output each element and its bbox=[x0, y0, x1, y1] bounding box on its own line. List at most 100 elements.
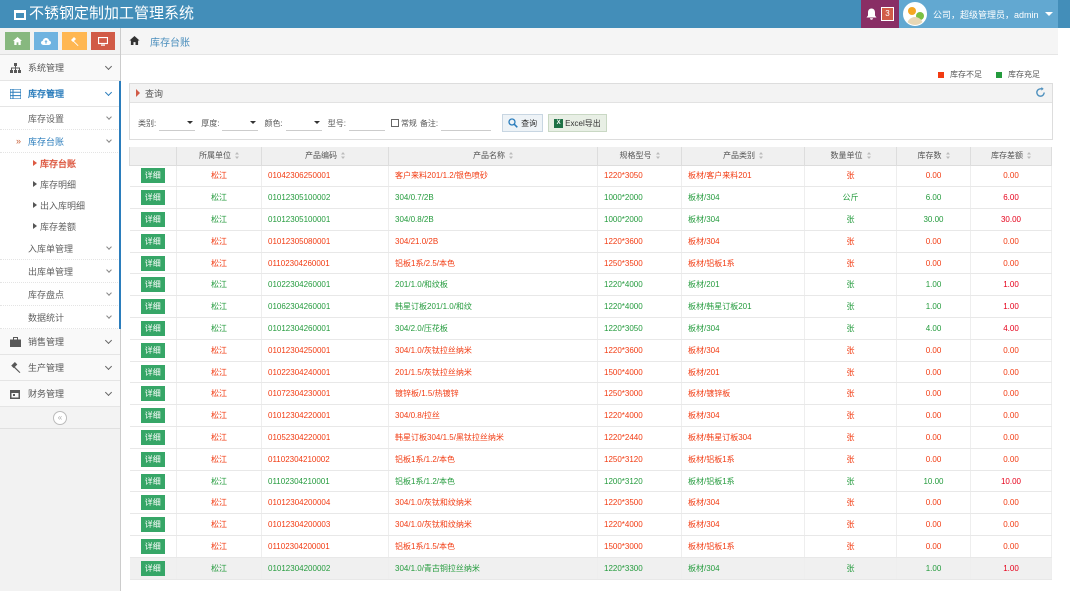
column-header[interactable]: 产品名称 bbox=[388, 147, 598, 166]
table-row[interactable]: 详细 松江 01102304200001 铝板1系/1.5/本色 1500*3000 板材… bbox=[129, 535, 1052, 558]
table-row[interactable]: 详细 松江 01012304250001 304/1.0/灰钛拉丝纳米 1220*360… bbox=[129, 338, 1052, 362]
table-row[interactable]: 详细 松江 01012304200002 304/1.0/青古铜拉丝纳米 1220*33… bbox=[129, 556, 1052, 580]
subsub-item-stock-detail[interactable]: 库存明细 bbox=[0, 174, 120, 195]
detail-button[interactable]: 详细 bbox=[140, 538, 165, 554]
submenu-item-stock-ledger[interactable]: » 库存台账 bbox=[0, 130, 120, 153]
sort-icon[interactable] bbox=[235, 152, 239, 160]
column-header[interactable]: 库存数 bbox=[896, 147, 971, 166]
sidebar-item-sales[interactable]: 销售管理 bbox=[0, 329, 120, 355]
submenu-item-stocktake[interactable]: 库存盘点 bbox=[0, 283, 120, 306]
subsub-item-label: 出入库明细 bbox=[40, 201, 86, 211]
detail-button[interactable]: 详细 bbox=[140, 255, 165, 271]
table-row[interactable]: 详细 松江 01012304200004 304/1.0/灰钛和纹纳米 1220*350… bbox=[129, 491, 1052, 515]
column-header[interactable]: 数量单位 bbox=[804, 147, 897, 166]
table-row[interactable]: 详细 松江 01012305100001 304/0.8/2B 1000*2000 板材/… bbox=[129, 208, 1052, 231]
action-cell: 详细 bbox=[129, 251, 177, 275]
caret-right-icon bbox=[33, 181, 37, 187]
sort-icon[interactable] bbox=[509, 152, 513, 160]
submenu-item-outbound[interactable]: 出库单管理 bbox=[0, 260, 120, 283]
notification-button[interactable]: 3 bbox=[861, 0, 899, 28]
detail-button[interactable]: 详细 bbox=[140, 168, 165, 184]
column-header-label: 所属单位 bbox=[199, 151, 231, 161]
detail-button[interactable]: 详细 bbox=[140, 320, 165, 336]
table-row[interactable]: 详细 松江 01022304240001 201/1.5/灰钛拉丝纳米 1500*400… bbox=[129, 360, 1052, 384]
shortcut-monitor-button[interactable] bbox=[90, 32, 115, 50]
sort-icon[interactable] bbox=[945, 152, 950, 160]
column-header[interactable]: 产品编码 bbox=[261, 147, 389, 166]
shortcut-cloud-button[interactable] bbox=[33, 32, 58, 50]
table-row[interactable]: 详细 松江 01012304220001 304/0.8/拉丝 1220*4000 板材/… bbox=[129, 404, 1052, 428]
column-header[interactable]: 所属单位 bbox=[176, 147, 262, 166]
detail-button[interactable]: 详细 bbox=[140, 277, 165, 293]
remark-input[interactable] bbox=[441, 115, 492, 131]
table-row[interactable]: 详细 松江 01102304260001 铝板1系/2.5/本色 1250*3500 板材… bbox=[129, 251, 1052, 275]
detail-button[interactable]: 详细 bbox=[140, 560, 165, 576]
search-button[interactable]: 查询 bbox=[502, 114, 544, 132]
detail-button[interactable]: 详细 bbox=[140, 473, 165, 489]
subsub-item-stock-ledger[interactable]: 库存台账 bbox=[0, 153, 120, 174]
column-header[interactable]: 规格型号 bbox=[597, 147, 682, 166]
table-row[interactable]: 详细 松江 01042306250001 客户来料201/1.2/银色喷砂 1220*3… bbox=[129, 164, 1052, 188]
sort-icon[interactable] bbox=[655, 152, 660, 160]
detail-button[interactable]: 详细 bbox=[140, 190, 165, 206]
model-input[interactable] bbox=[348, 115, 385, 131]
submenu-item-inbound[interactable]: 入库单管理 bbox=[0, 237, 120, 260]
column-header[interactable]: 库存差额 bbox=[970, 147, 1052, 166]
detail-button[interactable]: 详细 bbox=[140, 408, 165, 424]
table-row[interactable]: 详细 松江 01102304210002 铝板1系/1.2/本色 1250*3120 板材… bbox=[129, 447, 1052, 471]
table-row[interactable]: 详细 松江 01012304260001 304/2.0/压花板 1220*3050 板材… bbox=[129, 317, 1052, 340]
category-select[interactable] bbox=[159, 115, 196, 131]
shortcut-tools-button[interactable] bbox=[62, 32, 87, 50]
detail-button[interactable]: 详细 bbox=[140, 386, 165, 402]
cell-cat: 板材/201 bbox=[681, 360, 805, 384]
cell-unit: 松江 bbox=[176, 251, 262, 275]
sidebar-item-finance[interactable]: 财务管理 bbox=[0, 381, 120, 407]
user-menu[interactable]: 公司，超级管理员，admin bbox=[899, 0, 1058, 28]
cell-unit: 松江 bbox=[176, 556, 262, 580]
refresh-icon[interactable] bbox=[1035, 87, 1046, 100]
thickness-select[interactable] bbox=[222, 115, 259, 131]
query-panel-header[interactable]: 查询 bbox=[130, 84, 1052, 103]
home-icon[interactable] bbox=[129, 35, 140, 47]
table-row[interactable]: 详细 松江 01012304200003 304/1.0/灰钛和纹纳米 1220*400… bbox=[129, 513, 1052, 537]
regular-checkbox[interactable] bbox=[390, 119, 399, 127]
color-select[interactable] bbox=[285, 115, 322, 131]
breadcrumb-current[interactable]: 库存台账 bbox=[150, 34, 190, 49]
excel-export-button[interactable]: X Excel导出 bbox=[548, 114, 607, 132]
detail-button[interactable]: 详细 bbox=[140, 211, 165, 227]
detail-button[interactable]: 详细 bbox=[140, 364, 165, 380]
shortcut-home-button[interactable] bbox=[5, 32, 30, 50]
detail-button[interactable]: 详细 bbox=[140, 233, 165, 249]
detail-button[interactable]: 详细 bbox=[140, 495, 165, 511]
sort-icon[interactable] bbox=[1027, 152, 1031, 160]
detail-button[interactable]: 详细 bbox=[140, 429, 165, 445]
cell-spec: 1500*3000 bbox=[597, 535, 682, 558]
app-brand[interactable]: 不锈钢定制加工管理系统 bbox=[14, 5, 194, 23]
table-row[interactable]: 详细 松江 01072304230001 镀锌板/1.5/热镀锌 1250*3000 板材… bbox=[129, 382, 1052, 406]
subsub-item-inout-detail[interactable]: 出入库明细 bbox=[0, 195, 120, 216]
sidebar-item-inventory[interactable]: 库存管理 bbox=[0, 81, 120, 107]
sort-icon[interactable] bbox=[759, 152, 763, 160]
monitor-icon bbox=[97, 36, 108, 46]
detail-button[interactable]: 详细 bbox=[140, 299, 165, 315]
table-row[interactable]: 详细 松江 01012305100002 304/0.7/2B 1000*2000 板材/… bbox=[129, 186, 1052, 210]
cell-name: 304/0.8/2B bbox=[388, 208, 598, 231]
detail-button[interactable]: 详细 bbox=[140, 342, 165, 358]
collapse-sidebar-button[interactable]: « bbox=[53, 410, 67, 425]
table-row[interactable]: 详细 松江 01052304220001 韩星订板304/1.5/黑钛拉丝纳米 1220… bbox=[129, 426, 1052, 449]
detail-button[interactable]: 详细 bbox=[140, 451, 165, 467]
table-row[interactable]: 详细 松江 01012305080001 304/21.0/2B 1220*3600 板材… bbox=[129, 229, 1052, 253]
submenu-item-statistics[interactable]: 数据统计 bbox=[0, 306, 120, 329]
detail-button[interactable]: 详细 bbox=[140, 517, 165, 533]
table-row[interactable]: 详细 松江 01102304210001 铝板1系/1.2/本色 1200*3120 板材… bbox=[129, 469, 1052, 493]
table-row[interactable]: 详细 松江 01062304260001 韩星订板201/1.0/和纹 1220*400… bbox=[129, 295, 1052, 319]
column-header[interactable]: 产品类别 bbox=[681, 147, 805, 166]
caret-down-icon bbox=[187, 121, 194, 124]
sort-icon[interactable] bbox=[341, 152, 345, 160]
submenu-item-stock-settings[interactable]: 库存设置 bbox=[0, 107, 120, 130]
sidebar-item-system[interactable]: 系统管理 bbox=[0, 55, 120, 81]
sidebar-item-production[interactable]: 生产管理 bbox=[0, 355, 120, 381]
subsub-item-stock-diff[interactable]: 库存差额 bbox=[0, 216, 120, 237]
sort-icon[interactable] bbox=[866, 152, 871, 160]
table-row[interactable]: 详细 松江 01022304260001 201/1.0/和纹板 1220*4000 板材… bbox=[129, 273, 1052, 297]
